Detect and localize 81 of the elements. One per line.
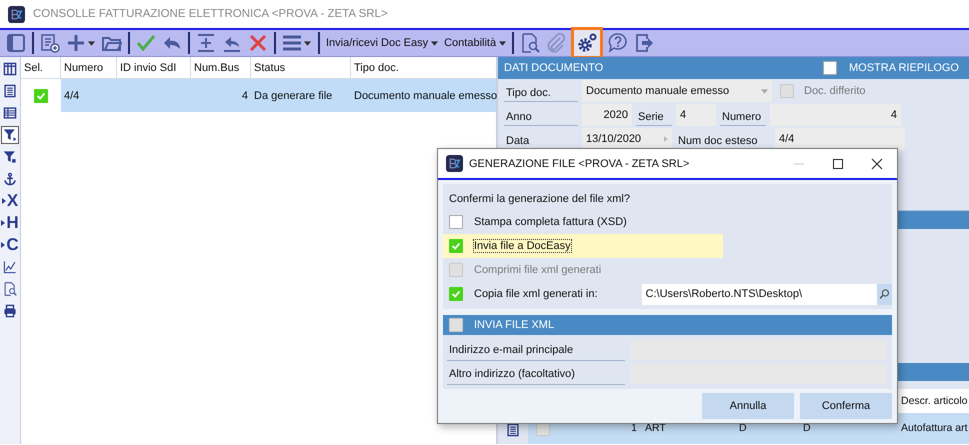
row-icon[interactable]: [506, 423, 520, 437]
table-cell-text: D: [802, 421, 812, 436]
checkbox[interactable]: [449, 239, 463, 253]
table-cell-text: ART: [644, 421, 667, 436]
window-title: CONSOLLE FATTURAZIONE ELETTRONICA <PROVA - ZETA SRL>: [33, 8, 388, 20]
path-field[interactable]: C:\Users\Roberto.NTS\Desktop\: [642, 284, 877, 304]
menu-icon[interactable]: [282, 33, 302, 53]
help-icon[interactable]: [608, 33, 628, 53]
checkbox-label: Copia file xml generati in:: [474, 288, 598, 300]
dialog-button[interactable]: Conferma: [800, 393, 892, 419]
side-tool-button[interactable]: C: [0, 237, 20, 253]
panel-icon[interactable]: [6, 33, 26, 53]
check-icon[interactable]: [136, 33, 156, 53]
insert-icon[interactable]: [196, 33, 216, 53]
dropdown[interactable]: Documento manuale emesso: [582, 80, 772, 102]
table-cell-text: 4: [240, 88, 249, 104]
table-cell-text: D: [738, 421, 748, 436]
checkbox[interactable]: [449, 287, 463, 301]
dialog-title: GENERAZIONE FILE <PROVA - ZETA SRL>: [469, 158, 690, 170]
document-search-icon[interactable]: [520, 33, 540, 53]
column-header[interactable]: Numero: [61, 57, 117, 78]
table-cell-text: Da generare file: [253, 88, 334, 104]
caret-icon[interactable]: [304, 40, 311, 46]
table-row[interactable]: 4/4 4 Da generare file Documento manuale emesso: [21, 79, 496, 112]
field-label: Indirizzo e-mail principale: [447, 340, 625, 360]
app-logo-icon: [8, 6, 25, 22]
caret-icon[interactable]: [499, 40, 506, 46]
table-cell-text: 4/4: [63, 88, 80, 104]
checkbox-label: Comprimi file xml generati: [474, 264, 602, 276]
maximize-icon[interactable]: [832, 158, 844, 170]
table-cell-text: 1: [630, 421, 638, 436]
checkbox-label: MOSTRA RIEPILOGO: [848, 62, 959, 74]
column-header[interactable]: ID invio SdI: [117, 57, 191, 78]
field-label: Anno: [504, 104, 578, 126]
field-label: Tipo doc.: [504, 80, 578, 102]
checkbox[interactable]: [822, 61, 837, 75]
table-cell-text: Documento manuale emesso: [353, 88, 498, 104]
list-add-icon[interactable]: [40, 33, 60, 53]
checkmark-icon: [450, 240, 462, 252]
caret-icon[interactable]: [88, 40, 95, 46]
column-header[interactable]: Num.Bus: [191, 57, 251, 78]
table-cell-text: Autofattura art: [900, 421, 969, 436]
input-field[interactable]: 2020: [582, 104, 632, 126]
question-text: Confermi la generazione del file xml?: [448, 192, 631, 207]
checkbox[interactable]: [34, 88, 48, 102]
input-field[interactable]: 13/10/2020: [582, 128, 672, 150]
side-tool-button[interactable]: H: [0, 215, 20, 231]
checkbox[interactable]: [449, 215, 463, 229]
input-field[interactable]: 4: [770, 104, 901, 126]
filter-icon[interactable]: [1, 126, 19, 144]
column-header[interactable]: Sel.: [21, 57, 61, 78]
menu-button[interactable]: Invia/ricevi Doc Easy: [323, 32, 442, 54]
triangle-icon: [2, 198, 6, 204]
field-label: Serie: [636, 104, 672, 126]
paperclip-icon[interactable]: [546, 33, 566, 53]
close-icon[interactable]: [871, 158, 883, 170]
column-header[interactable]: Status: [251, 57, 351, 78]
add-icon[interactable]: [66, 33, 86, 53]
input-field[interactable]: 4: [676, 104, 716, 126]
field-label: Numero: [720, 104, 766, 126]
columns-icon[interactable]: [1, 60, 19, 78]
search-icon[interactable]: [876, 284, 892, 304]
dialog-button[interactable]: Annulla: [702, 393, 794, 419]
section-title: DATI DOCUMENTO: [504, 62, 604, 74]
menu-button[interactable]: Contabilità: [441, 32, 510, 54]
side-tool-button[interactable]: X: [0, 193, 20, 209]
checkbox-label: Invia file a DocEasy: [474, 240, 571, 252]
caret-icon[interactable]: [431, 40, 438, 46]
triangle-icon: [1, 220, 6, 226]
field-label: Altro indirizzo (facoltativo): [447, 364, 625, 384]
checkmark-icon: [450, 288, 462, 300]
checkbox-label: Stampa completa fattura (XSD): [474, 216, 627, 228]
settings-icon[interactable]: [571, 27, 604, 59]
triangle-icon: [1, 242, 6, 248]
exit-icon[interactable]: [634, 33, 654, 53]
delete-icon[interactable]: [248, 33, 268, 53]
input-field[interactable]: 4/4: [775, 128, 905, 150]
section-title: INVIA FILE XML: [474, 319, 554, 331]
app-logo-icon: [446, 155, 463, 172]
column-header[interactable]: Descr. articolo: [899, 389, 969, 413]
checkbox-label: Doc. differito: [804, 85, 866, 97]
